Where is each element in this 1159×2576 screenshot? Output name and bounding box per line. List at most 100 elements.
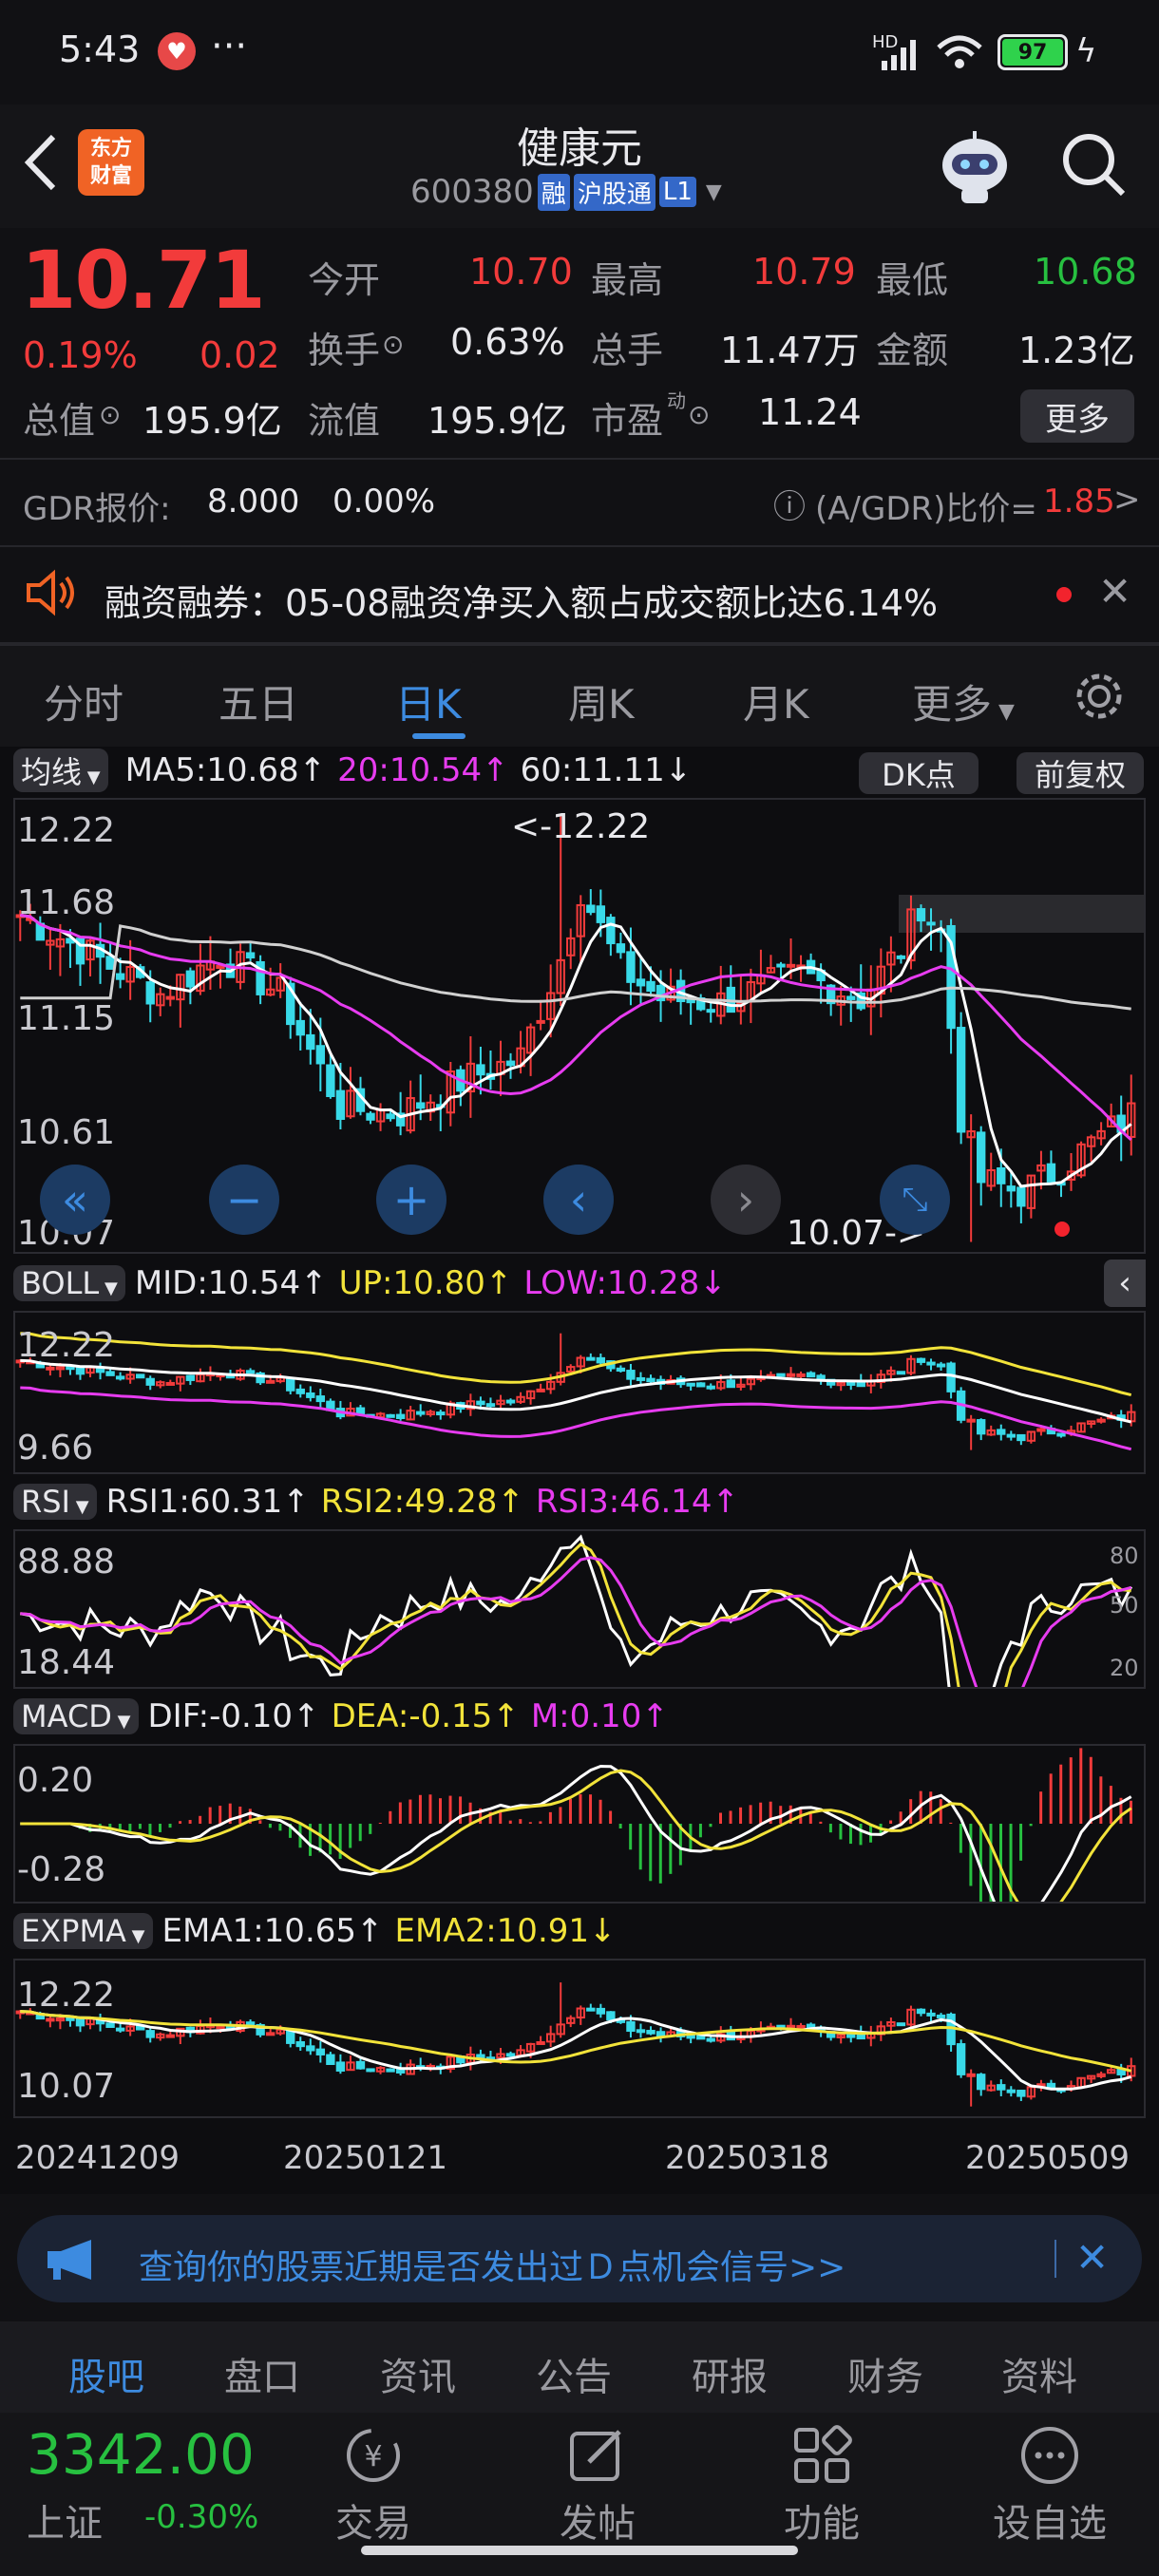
dif-line [20, 1764, 1132, 1902]
candle-body [536, 1388, 545, 1392]
close-banner-icon[interactable]: ✕ [1075, 2234, 1109, 2281]
candle-body [926, 1361, 936, 1366]
candle-body [536, 2040, 545, 2045]
info-icon[interactable]: ⊙ [688, 399, 710, 430]
notice-text: 融资融券：05-08融资净买入额占成交额比达6.14% [104, 582, 939, 624]
post-button[interactable]: 发帖 [528, 2413, 667, 2555]
add-watchlist-button[interactable]: 设自选 [969, 2413, 1130, 2555]
candle-body [786, 1373, 796, 1377]
candle-body [95, 1367, 105, 1373]
candle-body [1006, 2089, 1016, 2093]
tab-monthly-k[interactable]: 月K [743, 672, 809, 730]
float-label: 流值 [308, 400, 381, 442]
subtab-research[interactable]: 研报 [692, 2346, 768, 2401]
candle-body [1006, 1185, 1016, 1192]
zoom-in-button[interactable]: + [376, 1165, 446, 1235]
ma-type-select[interactable]: 均线 ▼ [13, 748, 108, 792]
more-quote-button[interactable]: 更多 [1020, 389, 1134, 443]
gdr-ratio-label: (A/GDR)比价= [815, 490, 1037, 528]
index-ticker[interactable]: 3342.00 上证 -0.30% [0, 2413, 276, 2555]
tab-daily-k[interactable]: 日K [395, 672, 462, 730]
candle-body [776, 1373, 786, 1377]
rsi-select[interactable]: RSI ▼ [13, 1484, 97, 1520]
functions-button[interactable]: 功能 [752, 2413, 891, 2555]
stock-code: 600380 [410, 173, 534, 211]
boll-select[interactable]: BOLL ▼ [13, 1265, 125, 1301]
candle-body [977, 1131, 986, 1184]
gdr-percent: 0.00% [332, 483, 436, 521]
expma-y-bottom: 10.07 [17, 2067, 116, 2106]
low-label: 最低 [876, 259, 949, 301]
macd-panel[interactable]: MACD ▼ DIF:-0.10 ↑ DEA:-0.15 ↑ M:0.10 ↑ 0.2… [0, 1693, 1159, 1907]
close-notice-icon[interactable]: ✕ [1098, 568, 1131, 615]
candle-body [997, 1429, 1006, 1435]
chevron-left-icon: ‹ [1118, 1264, 1131, 1302]
margin-tag: 融 [537, 173, 570, 211]
expma-select[interactable]: EXPMA ▼ [13, 1913, 153, 1949]
dk-point-button[interactable]: DK点 [859, 752, 978, 794]
candle-body [616, 943, 626, 954]
kline-chart-area[interactable]: 均线 ▼ MA5:10.68 ↑ 20:10.54 ↑ 60:11.11 ↓ DK点 … [0, 747, 1159, 1260]
candle-body [616, 1367, 626, 1373]
candle-body [326, 1064, 335, 1097]
level1-tag: L1 [658, 177, 696, 207]
fast-back-button[interactable]: « [40, 1165, 110, 1235]
candle-body [165, 995, 175, 1000]
info-icon[interactable]: ⊙ [99, 399, 121, 430]
candle-body [776, 963, 786, 968]
index-name: 上证 [27, 2502, 103, 2546]
rsi3-line [20, 1556, 1132, 1687]
macd-select[interactable]: MACD ▼ [13, 1698, 139, 1734]
info-icon[interactable]: ⊙ [382, 329, 404, 360]
candle-body [105, 2022, 115, 2028]
zoom-out-button[interactable]: − [209, 1165, 279, 1235]
subtab-finance[interactable]: 财务 [847, 2346, 923, 2401]
dk-signal-banner[interactable]: 查询你的股票近期是否发出过Ｄ点机会信号>> ✕ [17, 2215, 1142, 2302]
volume-label: 总手 [591, 330, 664, 371]
help-icon[interactable]: ⓘ [773, 481, 806, 527]
rsi-panel[interactable]: RSI ▼ RSI1:60.31 ↑ RSI2:49.28 ↑ RSI3:46.14… [0, 1478, 1159, 1693]
macd-m: M:0.10 [530, 1697, 642, 1735]
fullscreen-button[interactable]: ⤡ [880, 1165, 950, 1235]
candle-body [136, 1373, 145, 1379]
subtab-profile[interactable]: 资料 [1001, 2346, 1077, 2401]
candle-body [335, 1089, 346, 1120]
down-arrow-icon: ↓ [699, 1264, 727, 1302]
tab-intraday[interactable]: 分时 [44, 672, 124, 730]
subtab-news[interactable]: 资讯 [380, 2346, 456, 2401]
tab-more[interactable]: 更多 ▼ [912, 672, 1015, 730]
expma-ema1: EMA1:10.65 [162, 1912, 357, 1950]
expma-panel[interactable]: EXPMA ▼ EMA1:10.65 ↑ EMA2:10.91 ↓ 12.22 10… [0, 1907, 1159, 2122]
candle-body [896, 2022, 906, 2027]
stock-header: 东方 财富 健康元 600380 融 沪股通 L1 ▼ [0, 104, 1159, 228]
rsi-y-top: 88.88 [17, 1543, 116, 1582]
index-percent: -0.30% [144, 2498, 259, 2536]
settings-icon[interactable] [1072, 669, 1127, 724]
home-indicator [361, 2546, 798, 2555]
scroll-right-button[interactable]: › [711, 1165, 781, 1235]
trade-button[interactable]: ¥ 交易 [304, 2413, 443, 2555]
candle-body [245, 952, 256, 959]
robot-assistant-icon[interactable] [935, 127, 1015, 207]
adjust-mode-button[interactable]: 前复权 [1016, 752, 1144, 794]
notice-bar[interactable]: 融资融券：05-08融资净买入额占成交额比达6.14% ✕ [0, 547, 1159, 642]
subtab-pankou[interactable]: 盘口 [224, 2346, 300, 2401]
search-icon[interactable] [1058, 129, 1129, 199]
amount-label: 金额 [876, 330, 949, 371]
boll-panel[interactable]: BOLL ▼ MID:10.54 ↑ UP:10.80 ↑ LOW:10.28 ↓ ‹… [0, 1260, 1159, 1478]
y-label-3: 11.15 [17, 999, 116, 1038]
gdr-ratio-value: 1.85 [1043, 483, 1115, 521]
tab-weekly-k[interactable]: 周K [568, 672, 635, 730]
stock-code-row[interactable]: 600380 融 沪股通 L1 ▼ [410, 173, 722, 211]
tab-five-day[interactable]: 五日 [218, 672, 298, 730]
subtab-announcements[interactable]: 公告 [536, 2346, 612, 2401]
date-label: 20250509 [965, 2139, 1130, 2177]
gdr-row[interactable]: GDR报价: 8.000 0.00% ⓘ (A/GDR)比价= 1.85 > [0, 460, 1159, 545]
scroll-left-button[interactable]: ‹ [543, 1165, 614, 1235]
banner-divider [1054, 2240, 1056, 2278]
candle-body [1036, 1428, 1046, 1432]
candle-body [596, 2007, 606, 2015]
highlight-band [899, 895, 1144, 933]
collapse-panel-button[interactable]: ‹ [1104, 1260, 1146, 1307]
subtab-guba[interactable]: 股吧 [68, 2346, 144, 2401]
